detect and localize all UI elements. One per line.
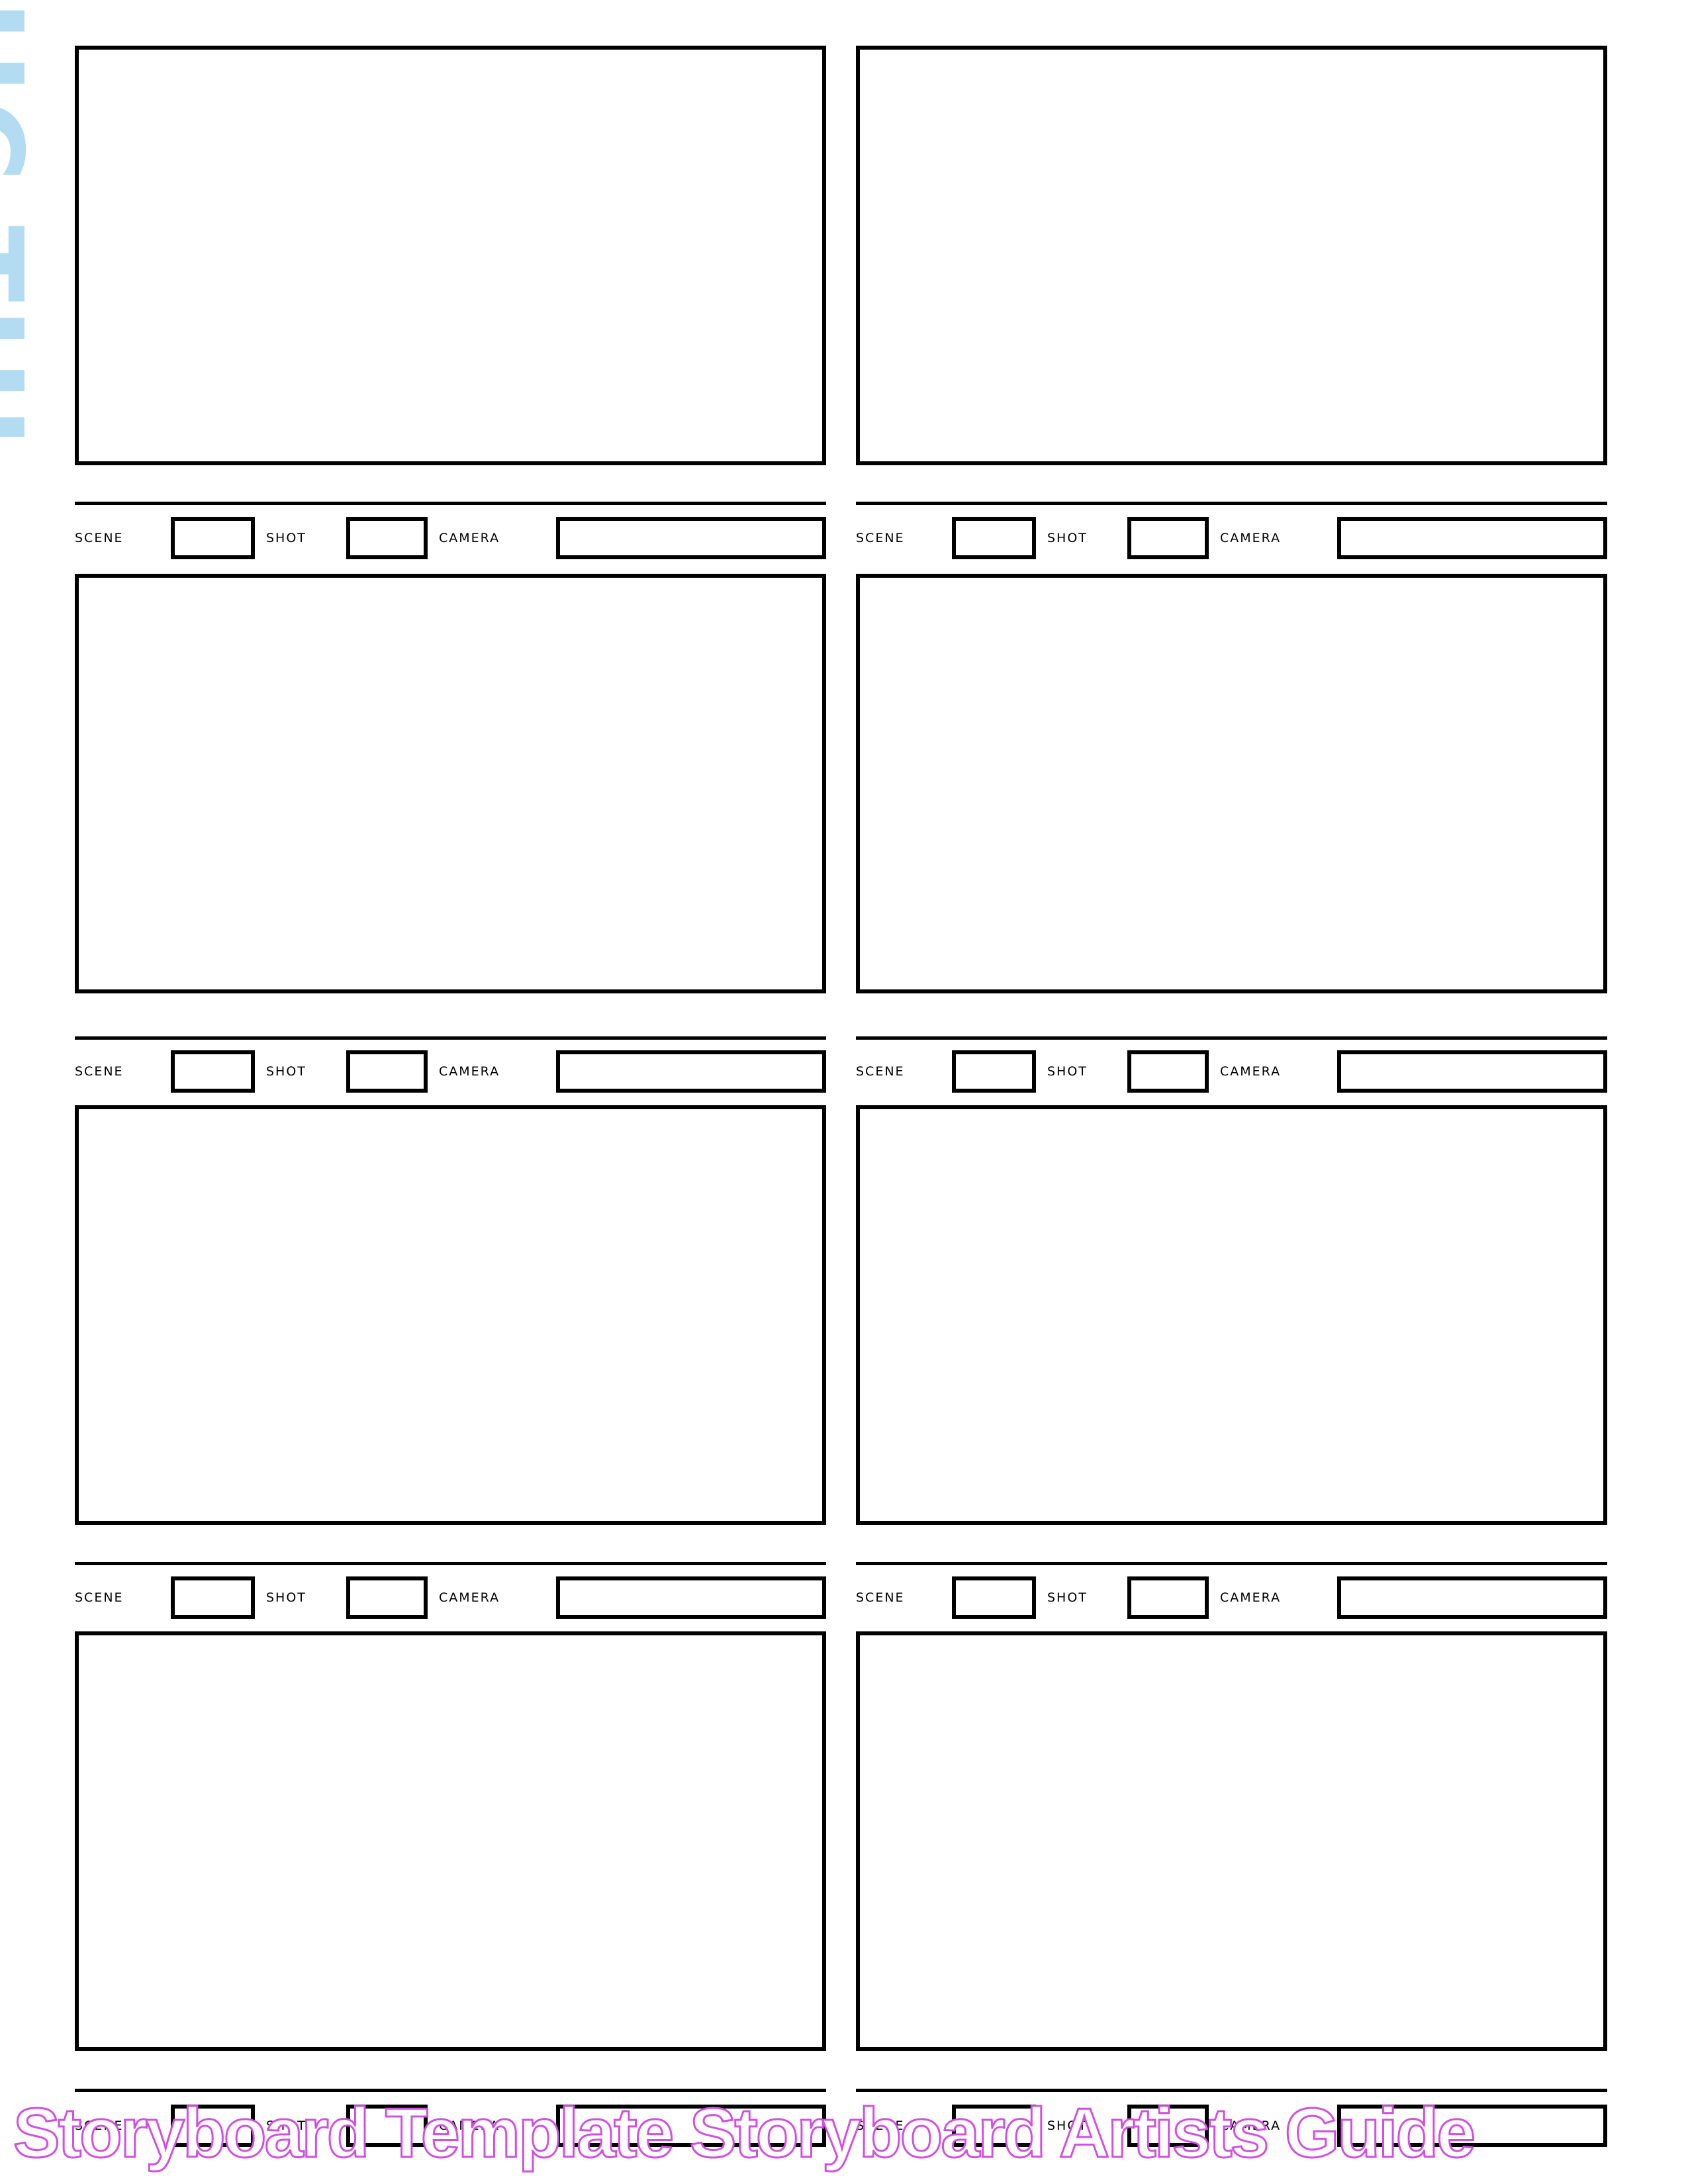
- scene-field[interactable]: [171, 1050, 255, 1093]
- side-logo-text: HC-THD: [0, 0, 37, 437]
- camera-label: CAMERA: [439, 1064, 500, 1079]
- panel-label-row: SCENE SHOT CAMERA: [856, 517, 1607, 559]
- camera-label: CAMERA: [439, 531, 500, 545]
- shot-field[interactable]: [1127, 1576, 1209, 1619]
- camera-field[interactable]: [556, 1050, 826, 1093]
- divider-line: [856, 502, 1607, 505]
- scene-label: SCENE: [75, 531, 124, 545]
- panel-frame[interactable]: [75, 1631, 826, 2051]
- panel-label-row: SCENE SHOT CAMERA: [75, 517, 826, 559]
- storyboard-column-left: SCENE SHOT CAMERA SCENE SHOT CAMERA SCEN…: [75, 0, 826, 2184]
- divider-line: [75, 1036, 826, 1040]
- panel-frame[interactable]: [856, 1631, 1607, 2051]
- scene-field[interactable]: [952, 1576, 1036, 1619]
- panel-frame[interactable]: [75, 1105, 826, 1525]
- shot-label: SHOT: [1047, 1590, 1088, 1605]
- divider-line: [75, 502, 826, 505]
- scene-label: SCENE: [856, 1590, 905, 1605]
- shot-field[interactable]: [1127, 517, 1209, 559]
- side-logo: HC-THD: [0, 0, 37, 437]
- watermark-title: Storyboard Template Storyboard Artists G…: [13, 2093, 1477, 2173]
- shot-label: SHOT: [1047, 1064, 1088, 1079]
- panel-frame[interactable]: [75, 574, 826, 993]
- camera-field[interactable]: [556, 517, 826, 559]
- shot-field[interactable]: [346, 517, 428, 559]
- camera-label: CAMERA: [1220, 531, 1282, 545]
- panel-frame[interactable]: [856, 574, 1607, 993]
- camera-label: CAMERA: [1220, 1590, 1282, 1605]
- shot-field[interactable]: [1127, 1050, 1209, 1093]
- panel-frame[interactable]: [75, 46, 826, 465]
- divider-line: [856, 1036, 1607, 1040]
- divider-line: [75, 1562, 826, 1565]
- scene-label: SCENE: [856, 531, 905, 545]
- camera-label: CAMERA: [439, 1590, 500, 1605]
- shot-field[interactable]: [346, 1050, 428, 1093]
- scene-label: SCENE: [75, 1590, 124, 1605]
- panel-label-row: SCENE SHOT CAMERA: [75, 1050, 826, 1093]
- camera-field[interactable]: [1337, 1050, 1607, 1093]
- shot-label: SHOT: [1047, 531, 1088, 545]
- shot-label: SHOT: [266, 531, 306, 545]
- scene-field[interactable]: [171, 517, 255, 559]
- shot-label: SHOT: [266, 1064, 306, 1079]
- camera-field[interactable]: [1337, 517, 1607, 559]
- scene-label: SCENE: [856, 1064, 905, 1079]
- divider-line: [856, 1562, 1607, 1565]
- shot-label: SHOT: [266, 1590, 306, 1605]
- scene-field[interactable]: [952, 517, 1036, 559]
- panel-label-row: SCENE SHOT CAMERA: [75, 1576, 826, 1619]
- camera-label: CAMERA: [1220, 1064, 1282, 1079]
- panel-frame[interactable]: [856, 1105, 1607, 1525]
- scene-label: SCENE: [75, 1064, 124, 1079]
- shot-field[interactable]: [346, 1576, 428, 1619]
- scene-field[interactable]: [952, 1050, 1036, 1093]
- panel-label-row: SCENE SHOT CAMERA: [856, 1050, 1607, 1093]
- panel-label-row: SCENE SHOT CAMERA: [856, 1576, 1607, 1619]
- scene-field[interactable]: [171, 1576, 255, 1619]
- storyboard-column-right: SCENE SHOT CAMERA SCENE SHOT CAMERA SCEN…: [856, 0, 1607, 2184]
- panel-frame[interactable]: [856, 46, 1607, 465]
- camera-field[interactable]: [556, 1576, 826, 1619]
- camera-field[interactable]: [1337, 1576, 1607, 1619]
